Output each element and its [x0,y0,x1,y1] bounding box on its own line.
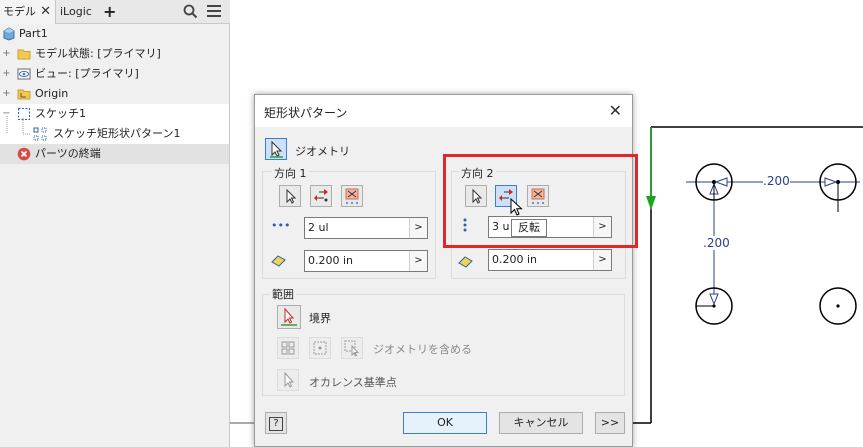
dir2-spacing-value: 0.200 in [492,253,538,266]
chevron-right-icon[interactable]: > [409,218,427,238]
flip-direction-icon [314,189,328,202]
chevron-right-icon[interactable]: > [593,250,611,270]
include-geometry-label: ジオメトリを含める [373,343,472,356]
dir1-count-value: 2 ul [308,221,329,234]
geometry-select-button[interactable] [265,138,287,160]
select-arrow-icon [286,188,297,204]
grid-select-icon [344,340,360,357]
include-geometry-button-1[interactable] [277,337,299,359]
geometry-label: ジオメトリ [295,145,350,158]
tree-connector-lines [6,116,31,135]
dir1-spacing-value: 0.200 in [308,254,354,267]
select-arrow-icon [284,371,295,388]
spacing-icon [458,255,474,272]
select-arrow-icon [270,140,283,158]
midplane-icon [345,188,359,204]
dir1-spacing-field[interactable]: 0.200 in > [304,250,428,272]
dir2-spacing-field[interactable]: 0.200 in > [488,249,612,271]
dialog-title-bar: 矩形状パターン ✕ [255,95,632,127]
spacing-icon [271,254,287,271]
boundary-select-button[interactable] [277,305,301,329]
dialog-title: 矩形状パターン [264,106,348,120]
direction-1-label: 方向 1 [272,165,309,181]
mouse-cursor-icon [510,197,524,221]
occurrence-label: オカレンス基準点 [309,376,397,389]
dir1-path-select-button[interactable] [279,185,301,207]
help-button[interactable]: ? [265,412,287,434]
model-browser: モデル ✕ iLogic + Part1 + モデル状態: [プライマリ] + … [0,0,230,447]
chevron-right-icon[interactable]: > [409,251,427,271]
vertical-dimension-label[interactable]: .200 [703,236,730,250]
select-arrow-icon [281,307,297,326]
flip-tooltip: 反転 [511,219,547,237]
dir1-flip-button[interactable] [310,185,332,207]
boundary-label: 境界 [309,312,331,325]
rectangular-pattern-dialog: 矩形状パターン ✕ ジオメトリ 方向 1 ••• 2 ul > 0.200 in… [254,94,633,447]
dir1-count-field[interactable]: 2 ul > [304,217,428,239]
close-icon[interactable]: ✕ [609,101,622,120]
occurrence-select-button[interactable] [277,369,299,391]
ok-button[interactable]: OK [403,412,487,434]
grid-icon [281,341,295,355]
include-geometry-button-3[interactable] [341,337,363,359]
help-icon: ? [269,417,283,431]
cancel-button[interactable]: キャンセル [499,412,583,434]
extent-label: 範囲 [270,286,296,302]
dir1-midplane-button[interactable] [341,185,363,207]
horizontal-dimension-label[interactable]: .200 [763,174,790,188]
include-geometry-button-2[interactable] [309,337,331,359]
more-options-button[interactable]: >> [595,412,625,434]
grid-dotted-icon [313,341,327,355]
count-icon: ••• [271,219,291,232]
